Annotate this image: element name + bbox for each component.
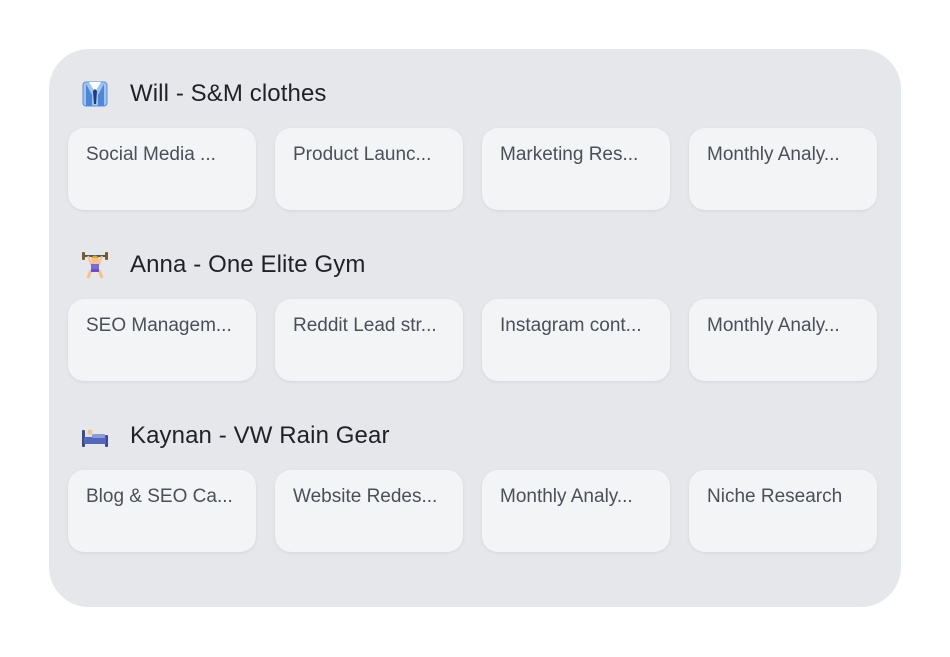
- project-card-label: SEO Managem...: [86, 315, 232, 336]
- project-card-label: Blog & SEO Ca...: [86, 486, 233, 507]
- project-list: SEO Managem... Reddit Lead str... Instag…: [68, 299, 877, 381]
- project-card[interactable]: Product Launc...: [275, 128, 463, 210]
- project-card-label: Marketing Res...: [500, 144, 639, 165]
- project-card-label: Social Media ...: [86, 144, 216, 165]
- client-group-anna: Anna - One Elite Gym SEO Managem... Redd…: [68, 249, 877, 381]
- project-card[interactable]: Monthly Analy...: [689, 128, 877, 210]
- client-group-kaynan: Kaynan - VW Rain Gear Blog & SEO Ca... W…: [68, 420, 877, 552]
- clients-panel: Will - S&M clothes Social Media ... Prod…: [49, 49, 901, 607]
- project-card-label: Monthly Analy...: [500, 486, 633, 507]
- project-card[interactable]: Instagram cont...: [482, 299, 670, 381]
- project-card-label: Monthly Analy...: [707, 315, 840, 336]
- bed-icon: [80, 421, 110, 451]
- project-card-label: Reddit Lead str...: [293, 315, 437, 336]
- project-card[interactable]: Marketing Res...: [482, 128, 670, 210]
- project-card-label: Niche Research: [707, 486, 843, 507]
- project-list: Blog & SEO Ca... Website Redes... Monthl…: [68, 470, 877, 552]
- project-card-label: Product Launc...: [293, 144, 432, 165]
- project-card-label: Monthly Analy...: [707, 144, 840, 165]
- weightlifter-icon: [80, 250, 110, 280]
- client-name: Kaynan - VW Rain Gear: [130, 422, 390, 449]
- project-card[interactable]: Monthly Analy...: [689, 299, 877, 381]
- project-list: Social Media ... Product Launc... Market…: [68, 128, 877, 210]
- client-name: Anna - One Elite Gym: [130, 251, 366, 278]
- project-card[interactable]: Blog & SEO Ca...: [68, 470, 256, 552]
- project-card[interactable]: Social Media ...: [68, 128, 256, 210]
- project-card[interactable]: SEO Managem...: [68, 299, 256, 381]
- project-card-label: Instagram cont...: [500, 315, 642, 336]
- project-card[interactable]: Niche Research: [689, 470, 877, 552]
- suit-jacket-icon: [80, 79, 110, 109]
- client-header: Will - S&M clothes: [68, 78, 877, 110]
- client-header: Kaynan - VW Rain Gear: [68, 420, 877, 452]
- project-card[interactable]: Reddit Lead str...: [275, 299, 463, 381]
- client-header: Anna - One Elite Gym: [68, 249, 877, 281]
- project-card-label: Website Redes...: [293, 486, 438, 507]
- project-card[interactable]: Monthly Analy...: [482, 470, 670, 552]
- client-group-will: Will - S&M clothes Social Media ... Prod…: [68, 78, 877, 210]
- project-card[interactable]: Website Redes...: [275, 470, 463, 552]
- client-name: Will - S&M clothes: [130, 80, 327, 107]
